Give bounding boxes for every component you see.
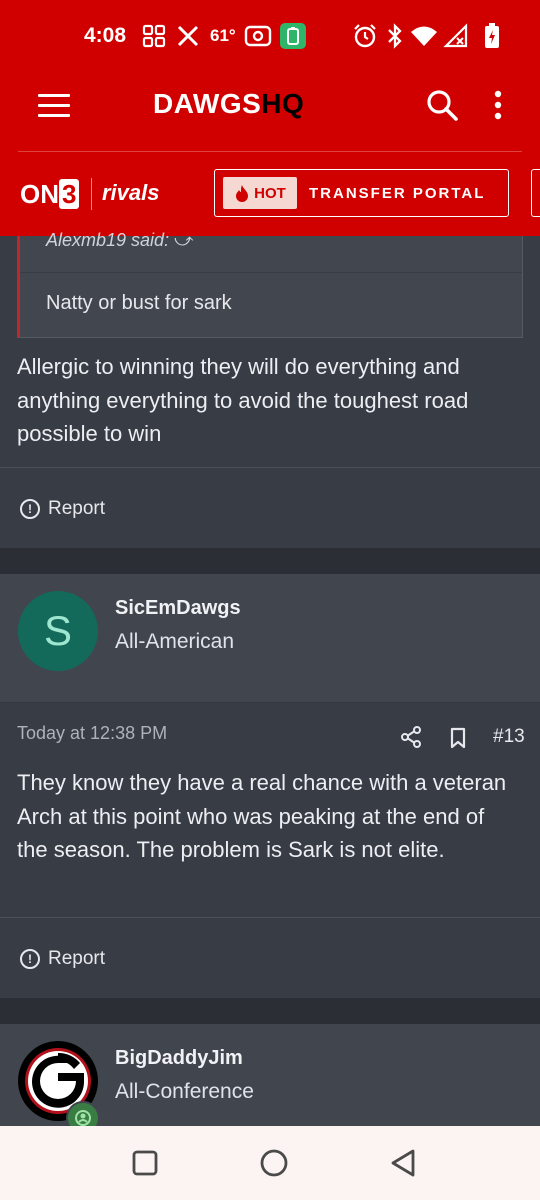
report-icon: ! (20, 499, 40, 519)
post-divider (0, 467, 540, 468)
more-vert-icon[interactable] (484, 88, 512, 122)
quote-text: Natty or bust for sark (46, 292, 232, 314)
radio-icon (244, 22, 272, 50)
user-rank: All-Conference (115, 1080, 254, 1103)
menu-icon[interactable] (38, 94, 70, 118)
card-divider (0, 702, 540, 703)
avatar[interactable]: S (18, 591, 98, 671)
status-temperature: 61° (210, 26, 236, 45)
grid-icon (140, 22, 168, 50)
back-icon[interactable] (386, 1146, 420, 1180)
on3-text: ON (20, 179, 59, 209)
next-nav-button[interactable] (531, 169, 540, 217)
transfer-portal-button[interactable]: HOT TRANSFER PORTAL (214, 169, 509, 217)
post-gap (0, 998, 540, 1024)
on3-number: 3 (59, 179, 80, 209)
report-label: Report (48, 948, 106, 969)
recents-icon[interactable] (128, 1146, 162, 1180)
post-timestamp[interactable]: Today at 12:38 PM (17, 723, 167, 744)
battery-icon (478, 22, 506, 50)
report-icon: ! (20, 949, 40, 969)
post-body: They know they have a real chance with a… (17, 770, 507, 862)
quote-attribution: Alexmb19 said: ⤻ (46, 230, 194, 250)
post-body: Allergic to winning they will do everyth… (17, 354, 469, 446)
username[interactable]: BigDaddyJim (115, 1047, 243, 1070)
username[interactable]: SicEmDawgs (115, 597, 241, 620)
logo-hq: HQ (261, 88, 305, 119)
signal-icon (442, 22, 470, 50)
x-icon (174, 22, 202, 50)
wifi-icon (410, 22, 438, 50)
home-icon[interactable] (257, 1146, 291, 1180)
search-icon[interactable] (425, 88, 459, 122)
status-time: 4:08 (84, 24, 127, 47)
hot-badge: HOT (223, 177, 297, 209)
bookmark-icon[interactable] (449, 727, 467, 749)
logo-main: DAWGS (153, 88, 262, 119)
post-divider (0, 917, 540, 918)
flame-icon (236, 185, 249, 202)
alarm-icon (351, 22, 379, 50)
report-label: Report (48, 498, 106, 519)
user-rank: All-American (115, 630, 235, 653)
report-link[interactable]: ! Report (20, 498, 105, 520)
brand-separator (91, 178, 92, 210)
quote-block: Alexmb19 said: ⤻ Natty or bust for sark (17, 230, 523, 338)
on3-logo[interactable]: ON 3 (20, 179, 80, 210)
share-icon[interactable] (400, 726, 422, 748)
quote-divider (20, 272, 522, 273)
status-bar: 4:08 61° (0, 0, 540, 72)
site-logo[interactable]: DAWGSHQ (153, 88, 304, 120)
transfer-portal-label: TRANSFER PORTAL (309, 184, 486, 202)
post-number-link[interactable]: #13 (493, 726, 525, 748)
battery-app-icon (280, 23, 306, 49)
report-link[interactable]: ! Report (20, 948, 105, 970)
hot-label: HOT (254, 184, 286, 202)
bluetooth-icon (381, 22, 409, 50)
post-gap (0, 548, 540, 574)
quote-expand-icon: ⤻ (174, 230, 194, 250)
rivals-logo[interactable]: rivals (102, 180, 160, 206)
